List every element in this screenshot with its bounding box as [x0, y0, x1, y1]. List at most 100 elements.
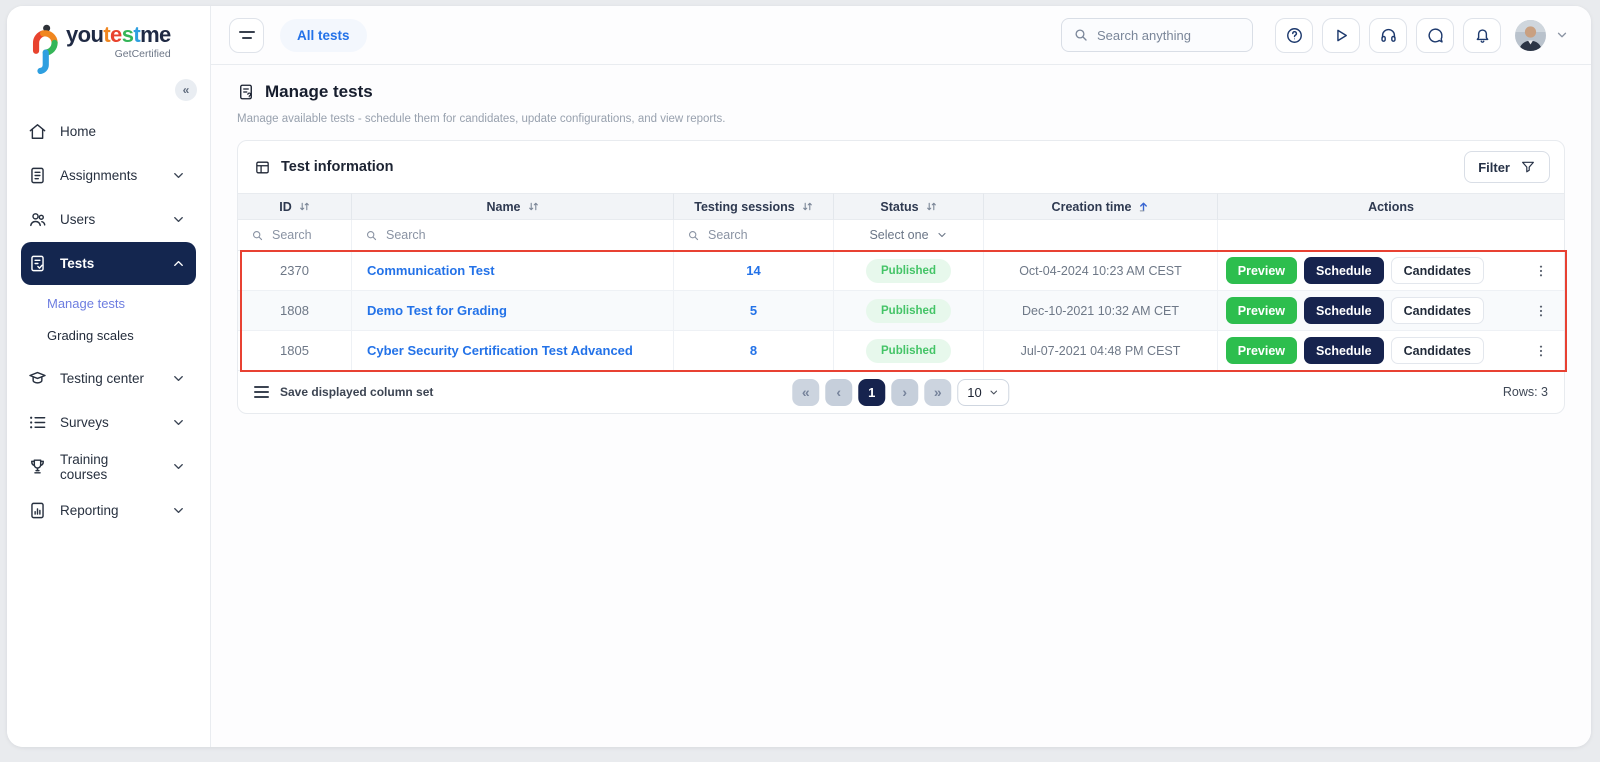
- page-size-select[interactable]: 10: [957, 379, 1009, 406]
- global-search[interactable]: [1061, 18, 1253, 52]
- column-header-status[interactable]: Status: [834, 193, 984, 220]
- test-information-card: Test information Filter ID: [237, 140, 1565, 414]
- id-filter[interactable]: [238, 220, 352, 251]
- column-header-name[interactable]: Name: [352, 193, 674, 220]
- page-number-button[interactable]: 1: [858, 379, 885, 406]
- previous-page-button[interactable]: ‹: [825, 379, 852, 406]
- sidebar-item-label: Reporting: [60, 503, 119, 518]
- id-filter-input[interactable]: [272, 228, 338, 242]
- sidebar-item-testing-center[interactable]: Testing center: [21, 357, 196, 400]
- candidates-button[interactable]: Candidates: [1391, 257, 1484, 284]
- name-filter[interactable]: [352, 220, 674, 251]
- sidebar-item-label: Home: [60, 124, 96, 139]
- test-name-link[interactable]: Demo Test for Grading: [367, 303, 507, 318]
- sidebar-item-label: Training courses: [60, 452, 158, 482]
- cell-name: Communication Test: [352, 251, 674, 291]
- page-title: Manage tests: [265, 82, 373, 102]
- sessions-count-link[interactable]: 5: [750, 303, 757, 318]
- table-filter-row: Select one: [238, 220, 1564, 251]
- schedule-button[interactable]: Schedule: [1304, 257, 1384, 284]
- status-filter-dropdown[interactable]: Select one: [834, 220, 984, 251]
- sessions-count-link[interactable]: 14: [746, 263, 760, 278]
- sidebar-item-reporting[interactable]: Reporting: [21, 489, 196, 532]
- cell-creation-time: Dec-10-2021 10:32 AM CET: [984, 291, 1218, 331]
- sessions-filter-input[interactable]: [708, 228, 820, 242]
- avatar[interactable]: [1515, 20, 1546, 51]
- row-menu-kebab-icon[interactable]: [1533, 303, 1549, 319]
- sidebar-item-assignments[interactable]: Assignments: [21, 154, 196, 197]
- next-page-button[interactable]: ›: [891, 379, 918, 406]
- filter-button[interactable]: Filter: [1464, 151, 1550, 183]
- creation-time-filter-empty: [984, 220, 1218, 251]
- sidebar-item-tests[interactable]: Tests: [21, 242, 196, 285]
- lines-icon: [254, 383, 269, 401]
- table-icon: [254, 159, 271, 176]
- breadcrumb[interactable]: All tests: [280, 19, 367, 52]
- chevron-up-icon: [171, 256, 186, 271]
- chevron-down-icon: [171, 503, 186, 518]
- schedule-button[interactable]: Schedule: [1304, 297, 1384, 324]
- preview-button[interactable]: Preview: [1226, 337, 1297, 364]
- last-page-button[interactable]: »: [924, 379, 951, 406]
- table-header-row: ID Name Testing sessions Status: [238, 193, 1564, 220]
- search-input[interactable]: [1097, 28, 1241, 43]
- row-menu-kebab-icon[interactable]: [1533, 263, 1549, 279]
- card-title-row: Test information: [254, 159, 394, 176]
- sort-icon: [528, 201, 539, 212]
- candidates-button[interactable]: Candidates: [1391, 337, 1484, 364]
- sidebar-item-label: Tests: [60, 256, 94, 271]
- notifications-button[interactable]: [1463, 18, 1501, 53]
- sidebar-subitem-manage-tests[interactable]: Manage tests: [7, 287, 210, 319]
- messages-button[interactable]: [1416, 18, 1454, 53]
- chevron-down-icon: [171, 212, 186, 227]
- preview-button[interactable]: Preview: [1226, 257, 1297, 284]
- brand-tagline: GetCertified: [66, 49, 171, 60]
- sidebar: youtestme GetCertified « Home Assignment…: [7, 6, 211, 747]
- topbar-actions: [1061, 18, 1569, 53]
- sidebar-item-surveys[interactable]: Surveys: [21, 401, 196, 444]
- help-button[interactable]: [1275, 18, 1313, 53]
- sidebar-item-training-courses[interactable]: Training courses: [21, 445, 196, 488]
- cell-sessions: 8: [674, 331, 834, 371]
- cell-actions: Preview Schedule Candidates: [1218, 331, 1564, 371]
- sidebar-subitem-grading-scales[interactable]: Grading scales: [7, 319, 210, 351]
- sessions-count-link[interactable]: 8: [750, 343, 757, 358]
- sessions-filter[interactable]: [674, 220, 834, 251]
- play-icon: [1332, 26, 1351, 45]
- users-icon: [28, 210, 47, 229]
- sidebar-item-users[interactable]: Users: [21, 198, 196, 241]
- user-menu-caret-icon[interactable]: [1555, 28, 1569, 42]
- candidates-button[interactable]: Candidates: [1391, 297, 1484, 324]
- testing-center-icon: [28, 369, 47, 388]
- support-button[interactable]: [1369, 18, 1407, 53]
- sidebar-item-home[interactable]: Home: [21, 110, 196, 153]
- menu-toggle-button[interactable]: [229, 18, 264, 53]
- brand-logo-mark-icon: [29, 24, 59, 74]
- test-name-link[interactable]: Communication Test: [367, 263, 495, 278]
- chevron-down-icon: [936, 229, 948, 241]
- tutorials-button[interactable]: [1322, 18, 1360, 53]
- sidebar-collapse-button[interactable]: «: [175, 79, 197, 101]
- tests-submenu: Manage tests Grading scales: [7, 287, 210, 351]
- row-menu-kebab-icon[interactable]: [1533, 343, 1549, 359]
- test-name-link[interactable]: Cyber Security Certification Test Advanc…: [367, 343, 633, 358]
- search-icon: [365, 229, 378, 242]
- column-header-id[interactable]: ID: [238, 193, 352, 220]
- chat-icon: [1426, 26, 1445, 45]
- table-row: 2370 Communication Test 14 Published Oct…: [238, 251, 1564, 291]
- pagination: « ‹ 1 › » 10: [792, 379, 1009, 406]
- status-badge: Published: [866, 259, 951, 283]
- preview-button[interactable]: Preview: [1226, 297, 1297, 324]
- name-filter-input[interactable]: [386, 228, 660, 242]
- sidebar-item-label: Users: [60, 212, 95, 227]
- menu-icon: [239, 31, 255, 33]
- chevron-down-icon: [989, 387, 1000, 398]
- first-page-button[interactable]: «: [792, 379, 819, 406]
- column-header-testing-sessions[interactable]: Testing sessions: [674, 193, 834, 220]
- search-icon: [251, 229, 264, 242]
- column-header-creation-time[interactable]: Creation time: [984, 193, 1218, 220]
- page-content: Manage tests Manage available tests - sc…: [211, 65, 1591, 414]
- save-column-set-button[interactable]: Save displayed column set: [254, 383, 433, 401]
- cell-creation-time: Jul-07-2021 04:48 PM CEST: [984, 331, 1218, 371]
- schedule-button[interactable]: Schedule: [1304, 337, 1384, 364]
